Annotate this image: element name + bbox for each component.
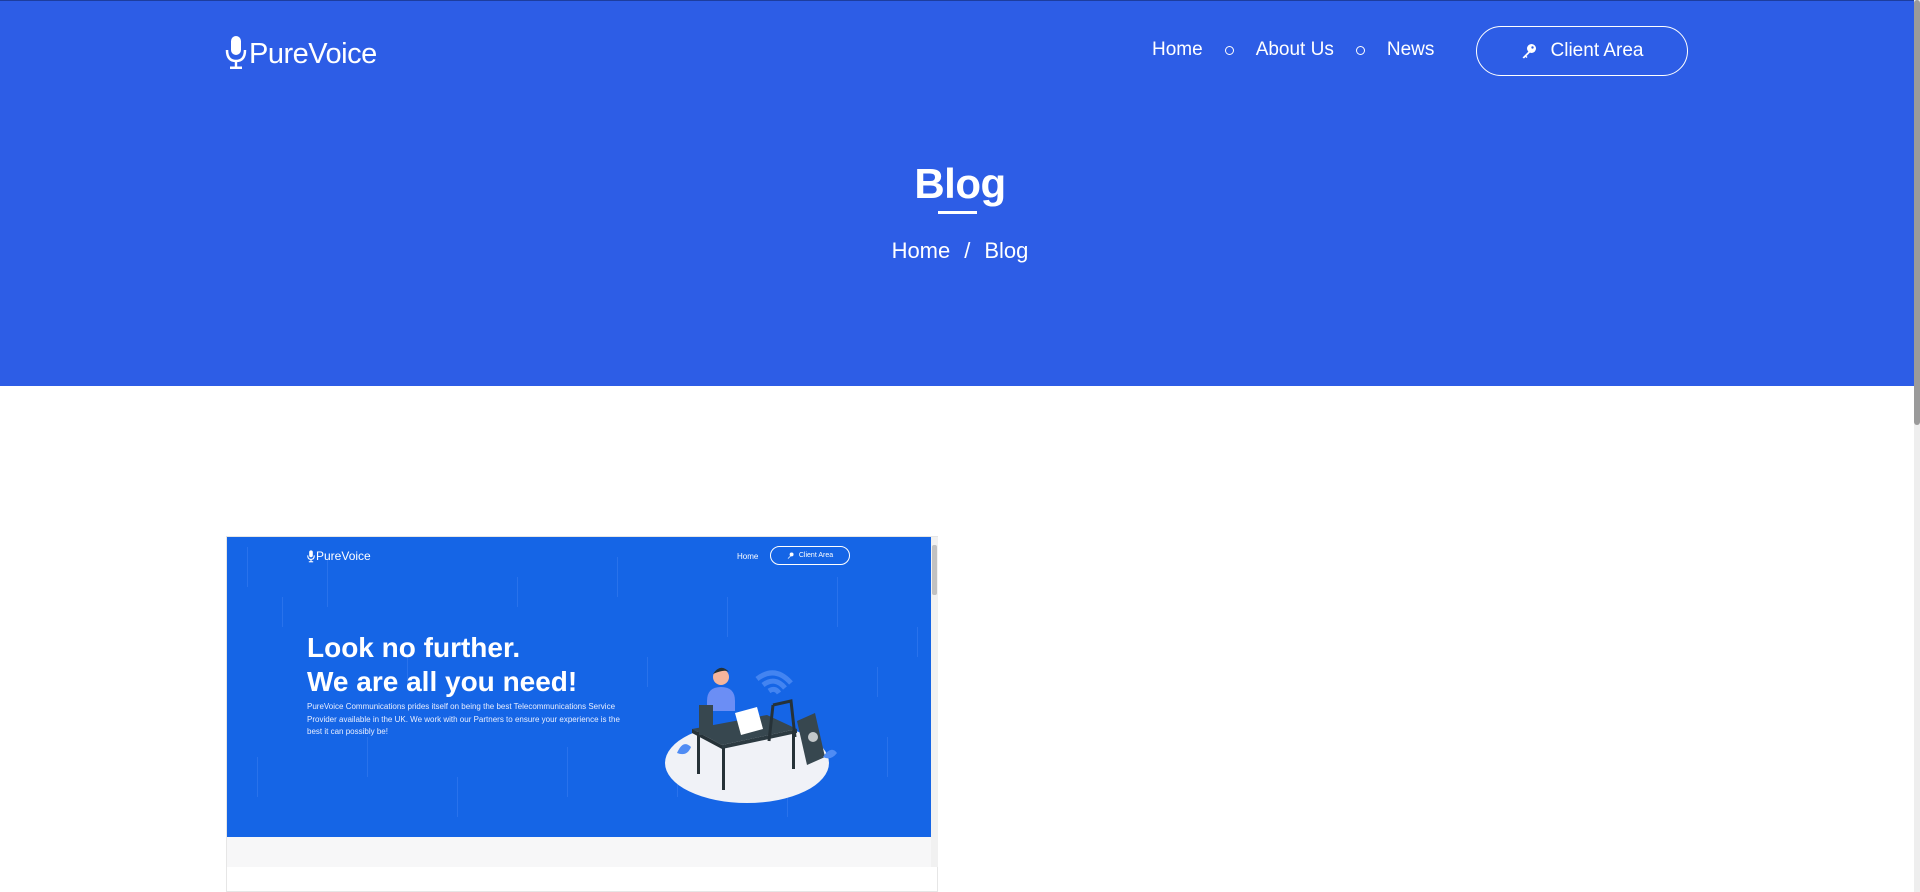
page-scroll-thumb[interactable] <box>1914 0 1920 425</box>
thumbnail-body: PureVoice Communications prides itself o… <box>307 702 620 736</box>
thumbnail-logo: PureVoice <box>307 549 371 563</box>
logo-text: PureVoice <box>249 38 377 70</box>
key-icon <box>1522 44 1536 59</box>
key-icon <box>787 552 794 559</box>
site-logo[interactable]: PureVoice <box>225 34 377 70</box>
client-area-label: Client Area <box>1550 40 1644 61</box>
post-thumbnail[interactable]: PureVoice Home Client Area Look no furth… <box>227 537 931 837</box>
breadcrumb-separator: / <box>964 238 971 263</box>
breadcrumb-current: Blog <box>984 238 1029 263</box>
thumbnail-scrollbar <box>931 537 938 867</box>
thumbnail-headline-line2: We are all you need! <box>307 666 578 697</box>
person-at-laptop-illustration <box>665 667 837 803</box>
breadcrumb: Home / Blog <box>0 238 1920 264</box>
main-nav: Home About Us News <box>1152 39 1434 61</box>
thumbnail-nav-home: Home <box>737 552 759 561</box>
thumbnail-logo-text: PureVoice <box>316 549 371 563</box>
thumbnail-headline-line1: Look no further. <box>307 632 521 663</box>
title-underline <box>938 211 977 214</box>
page-scrollbar[interactable] <box>1914 0 1920 892</box>
nav-separator-dot <box>1224 45 1234 55</box>
nav-news[interactable]: News <box>1387 39 1435 61</box>
page-hero: PureVoice Home About Us News Client Area… <box>0 0 1920 386</box>
thumbnail-client-button: Client Area <box>770 546 850 565</box>
blog-post-card[interactable]: PureVoice Home Client Area Look no furth… <box>226 536 938 892</box>
thumbnail-headline: Look no further. We are all you need! <box>307 631 577 699</box>
nav-about-us[interactable]: About Us <box>1256 39 1334 61</box>
top-border <box>0 0 1920 1</box>
thumbnail-client-label: Client Area <box>798 552 834 559</box>
nav-separator-dot <box>1355 45 1365 55</box>
page-title: Blog <box>914 160 1006 207</box>
thumbnail-scroll-thumb <box>932 545 937 595</box>
breadcrumb-home[interactable]: Home <box>892 238 951 263</box>
microphone-icon <box>307 550 315 563</box>
nav-home[interactable]: Home <box>1152 39 1203 61</box>
thumbnail-bottom-strip <box>227 837 931 867</box>
client-area-button[interactable]: Client Area <box>1476 26 1688 76</box>
microphone-icon <box>225 36 247 69</box>
